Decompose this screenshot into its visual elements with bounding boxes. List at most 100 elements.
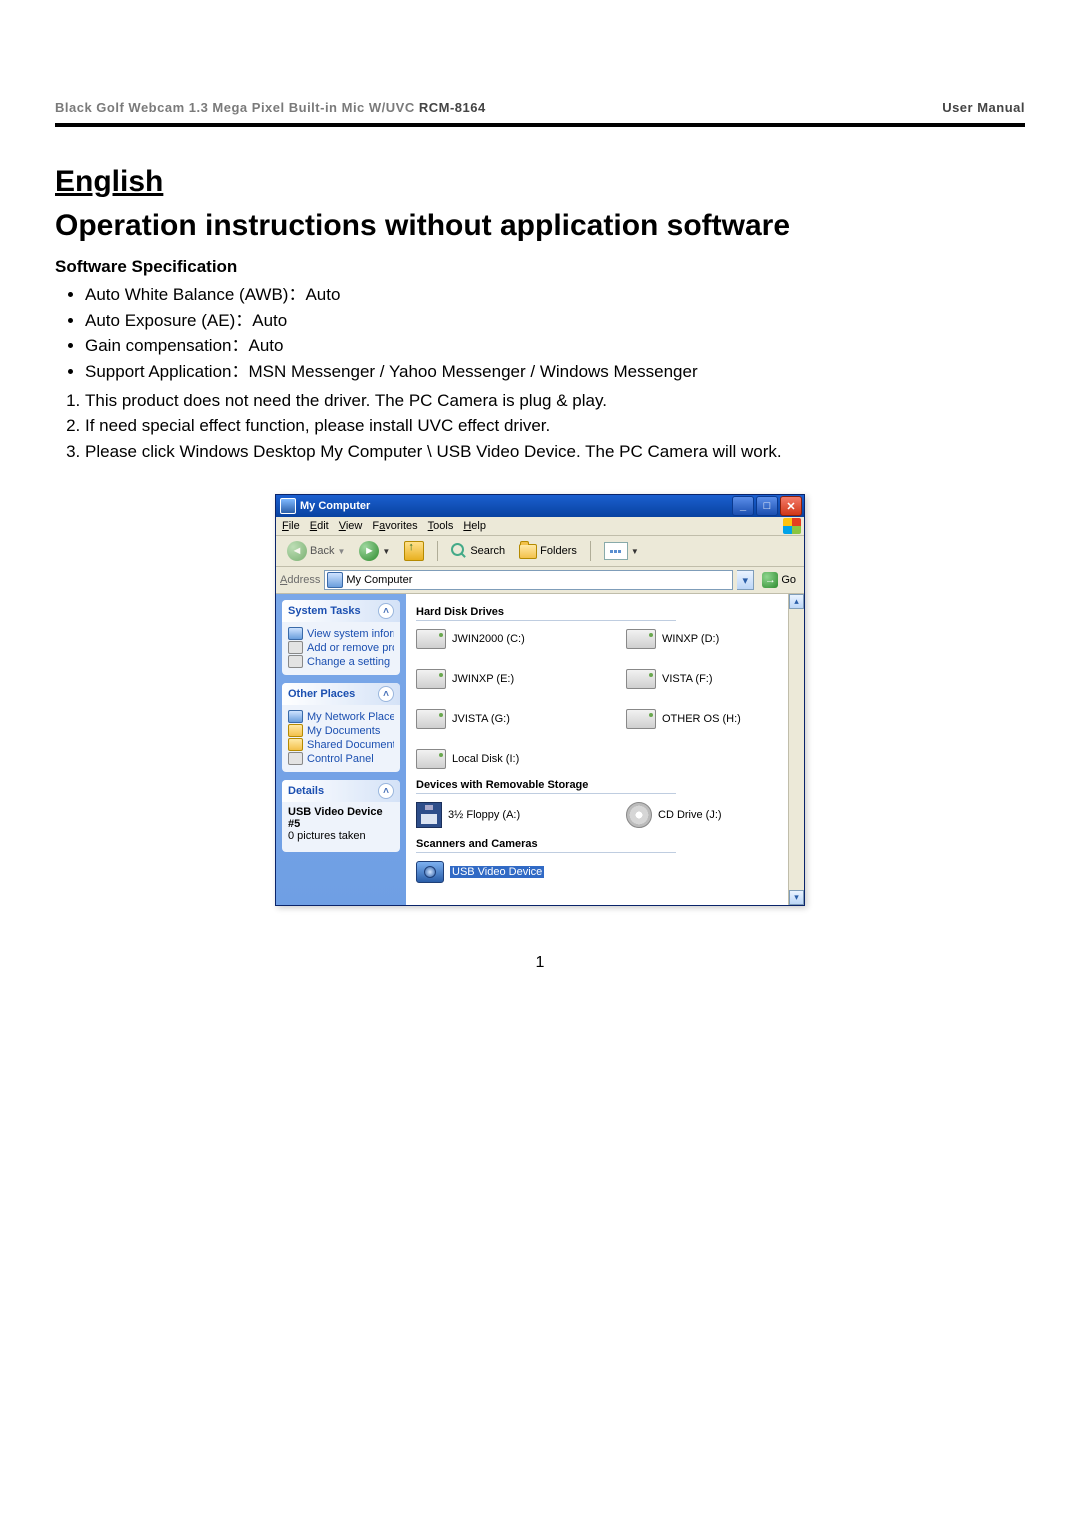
collapse-icon[interactable]: ˄ xyxy=(378,686,394,702)
place-my-documents[interactable]: My Documents xyxy=(288,724,394,737)
floppy-drive[interactable]: 3½ Floppy (A:) xyxy=(416,802,556,828)
scrollbar[interactable]: ▴ ▾ xyxy=(788,594,804,905)
drive-item[interactable]: JWIN2000 (C:) xyxy=(416,629,556,649)
page-title: Operation instructions without applicati… xyxy=(55,209,1025,243)
programs-icon xyxy=(288,641,303,654)
cd-drive[interactable]: CD Drive (J:) xyxy=(626,802,766,828)
go-arrow-icon: → xyxy=(762,572,778,588)
task-sidebar: System Tasks ˄ View system information A… xyxy=(276,594,406,905)
scanners-grid: USB Video Device xyxy=(416,861,778,883)
address-field[interactable]: My Computer xyxy=(324,570,733,590)
forward-arrow-icon: ► xyxy=(359,541,379,561)
drive-item[interactable]: WINXP (D:) xyxy=(626,629,766,649)
my-computer-icon xyxy=(280,498,296,514)
other-places-header[interactable]: Other Places ˄ xyxy=(282,683,400,705)
search-icon xyxy=(451,543,467,559)
menu-help[interactable]: Help xyxy=(463,520,486,532)
system-tasks-header[interactable]: System Tasks ˄ xyxy=(282,600,400,622)
scanners-section-title: Scanners and Cameras xyxy=(416,838,676,853)
drive-item[interactable]: VISTA (F:) xyxy=(626,669,766,689)
back-dropdown-icon[interactable]: ▼ xyxy=(337,547,345,556)
address-my-computer-icon xyxy=(327,572,343,588)
menu-edit[interactable]: Edit xyxy=(310,520,329,532)
close-button[interactable]: ✕ xyxy=(780,496,802,516)
details-header[interactable]: Details ˄ xyxy=(282,780,400,802)
other-places-panel: Other Places ˄ My Network Places My Docu… xyxy=(282,683,400,772)
go-button[interactable]: → Go xyxy=(758,571,800,589)
up-button[interactable] xyxy=(399,539,429,563)
back-button[interactable]: ◄ Back ▼ xyxy=(282,539,350,563)
step-item: Please click Windows Desktop My Computer… xyxy=(85,440,1025,465)
cd-icon xyxy=(626,802,652,828)
collapse-icon[interactable]: ˄ xyxy=(378,783,394,799)
drive-item[interactable]: JVISTA (G:) xyxy=(416,709,556,729)
drive-item[interactable]: JWINXP (E:) xyxy=(416,669,556,689)
scroll-up-button[interactable]: ▴ xyxy=(789,594,804,609)
folders-button[interactable]: Folders xyxy=(514,542,582,561)
hdd-icon xyxy=(626,709,656,729)
search-button[interactable]: Search xyxy=(446,541,510,561)
folders-label: Folders xyxy=(540,545,577,557)
maximize-button[interactable]: □ xyxy=(756,496,778,516)
task-change-setting[interactable]: Change a setting xyxy=(288,655,394,668)
spec-item: Auto White Balance (AWB)：Auto xyxy=(85,283,1025,308)
drive-item[interactable]: OTHER OS (H:) xyxy=(626,709,766,729)
task-add-remove-programs[interactable]: Add or remove programs xyxy=(288,641,394,654)
place-network[interactable]: My Network Places xyxy=(288,710,394,723)
menu-favorites[interactable]: Favorites xyxy=(372,520,417,532)
views-dropdown-icon[interactable]: ▼ xyxy=(631,547,639,556)
up-folder-icon xyxy=(404,541,424,561)
hdd-icon xyxy=(626,669,656,689)
details-line-1: USB Video Device #5 xyxy=(288,806,394,830)
menu-file[interactable]: File xyxy=(282,520,300,532)
address-bar: Address My Computer ▾ → Go xyxy=(276,567,804,594)
step-item: If need special effect function, please … xyxy=(85,414,1025,439)
network-icon xyxy=(288,710,303,723)
minimize-button[interactable]: _ xyxy=(732,496,754,516)
search-label: Search xyxy=(470,545,505,557)
views-button[interactable]: ▼ xyxy=(599,540,644,562)
header-left: Black Golf Webcam 1.3 Mega Pixel Built-i… xyxy=(55,100,486,115)
hdd-grid: JWIN2000 (C:) WINXP (D:) JWINXP (E:) VIS… xyxy=(416,629,778,769)
toolbar-separator xyxy=(590,541,591,561)
place-shared-documents[interactable]: Shared Documents xyxy=(288,738,394,751)
page-header: Black Golf Webcam 1.3 Mega Pixel Built-i… xyxy=(55,100,1025,127)
titlebar[interactable]: My Computer _ □ ✕ xyxy=(276,495,804,517)
back-arrow-icon: ◄ xyxy=(287,541,307,561)
steps-list: This product does not need the driver. T… xyxy=(55,389,1025,465)
hdd-icon xyxy=(416,749,446,769)
page: Black Golf Webcam 1.3 Mega Pixel Built-i… xyxy=(0,0,1080,1012)
window-buttons: _ □ ✕ xyxy=(732,496,802,516)
address-label: Address xyxy=(280,574,320,586)
usb-video-device[interactable]: USB Video Device xyxy=(416,861,556,883)
usb-video-device-label: USB Video Device xyxy=(450,866,544,878)
back-label: Back xyxy=(310,545,334,557)
spec-item: Support Application：MSN Messenger / Yaho… xyxy=(85,360,1025,385)
forward-button[interactable]: ► ▼ xyxy=(354,539,395,563)
hdd-icon xyxy=(416,669,446,689)
spec-item: Auto Exposure (AE)：Auto xyxy=(85,309,1025,334)
details-title: Details xyxy=(288,785,324,797)
scroll-down-button[interactable]: ▾ xyxy=(789,890,804,905)
toolbar: ◄ Back ▼ ► ▼ Search xyxy=(276,536,804,567)
menu-view[interactable]: View xyxy=(339,520,363,532)
place-control-panel[interactable]: Control Panel xyxy=(288,752,394,765)
info-icon xyxy=(288,627,303,640)
menu-tools[interactable]: Tools xyxy=(428,520,454,532)
window-title: My Computer xyxy=(300,500,370,512)
forward-dropdown-icon[interactable]: ▼ xyxy=(382,547,390,556)
other-places-title: Other Places xyxy=(288,688,355,700)
task-view-system-info[interactable]: View system information xyxy=(288,627,394,640)
language-heading: English xyxy=(55,165,1025,199)
folder-icon xyxy=(288,724,303,737)
hdd-icon xyxy=(416,629,446,649)
content-area: Hard Disk Drives JWIN2000 (C:) WINXP (D:… xyxy=(406,594,788,905)
collapse-icon[interactable]: ˄ xyxy=(378,603,394,619)
toolbar-separator xyxy=(437,541,438,561)
step-item: This product does not need the driver. T… xyxy=(85,389,1025,414)
address-dropdown-button[interactable]: ▾ xyxy=(737,570,754,590)
folder-icon xyxy=(288,738,303,751)
drive-item[interactable]: Local Disk (I:) xyxy=(416,749,556,769)
details-panel: Details ˄ USB Video Device #5 0 pictures… xyxy=(282,780,400,852)
go-label: Go xyxy=(781,574,796,586)
